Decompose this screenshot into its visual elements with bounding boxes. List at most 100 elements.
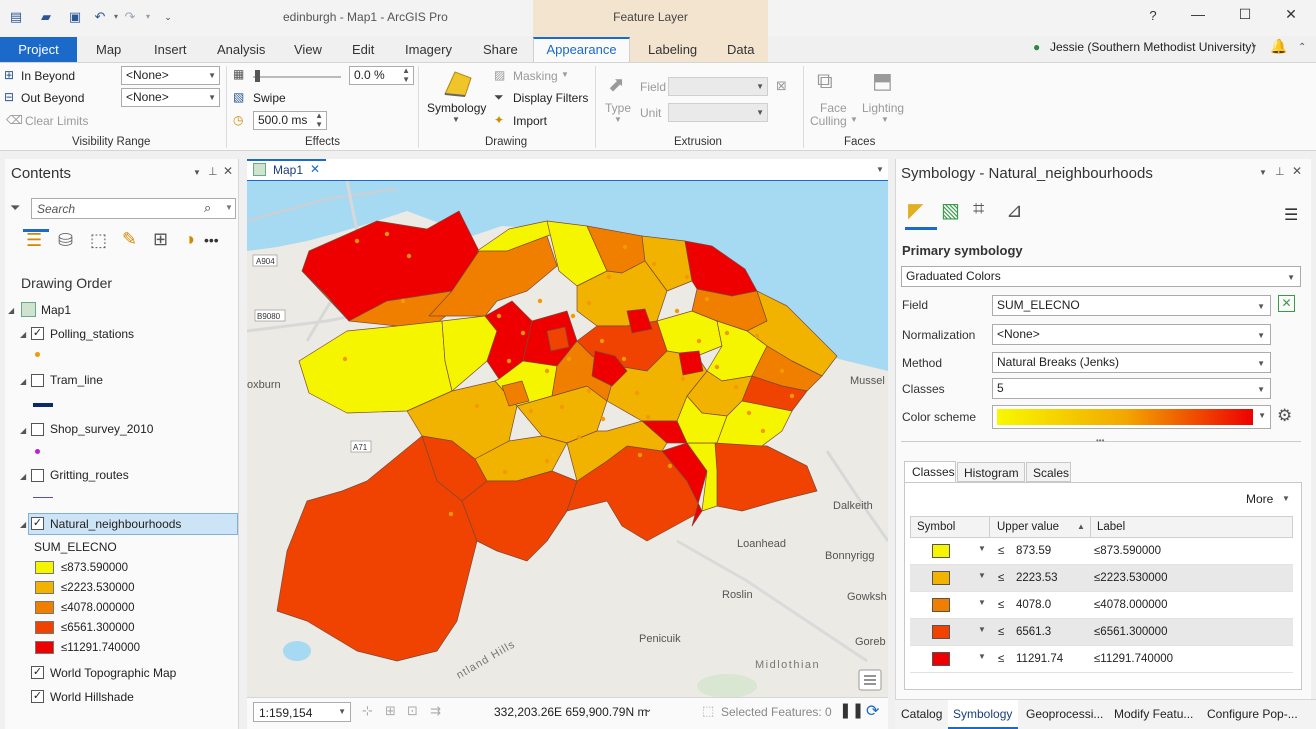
new-project-icon[interactable]: ▤	[8, 10, 24, 24]
toc-layer-gritting-routes[interactable]: Gritting_routes	[50, 468, 129, 482]
legend-swatch[interactable]	[35, 601, 54, 614]
pane-options-icon[interactable]: ▼	[1259, 168, 1267, 177]
redo-dropdown-icon[interactable]: ▾	[140, 10, 156, 24]
chevron-down-icon[interactable]: ▼	[452, 115, 460, 124]
renderer-combo[interactable]: Graduated Colors ▼	[901, 266, 1301, 287]
class-symbol-swatch[interactable]	[932, 598, 950, 612]
chevron-down-icon[interactable]: ▼	[978, 544, 986, 553]
more-button[interactable]: More	[1246, 492, 1273, 506]
splitter-grip-icon[interactable]: •••	[1096, 436, 1104, 445]
layer-checkbox[interactable]: ✓	[31, 666, 44, 679]
class-upper-value[interactable]: 873.59	[1016, 545, 1051, 557]
face-culling-label-2[interactable]: Culling	[810, 114, 847, 128]
field-combo[interactable]: SUM_ELECNO ▼	[992, 295, 1271, 316]
list-by-editing-icon[interactable]: ✎	[122, 229, 137, 250]
layer-checkbox[interactable]	[31, 469, 44, 482]
toc-layer-tram-line[interactable]: Tram_line	[50, 373, 103, 387]
toc-layer-natural-neighbourhoods[interactable]: Natural_neighbourhoods	[50, 517, 181, 531]
dock-tab-configure-popups[interactable]: Configure Pop-...	[1207, 707, 1298, 721]
out-beyond-combo[interactable]: <None> ▼	[121, 88, 220, 107]
advanced-symbology-icon[interactable]: ⊿	[1006, 198, 1023, 223]
polygon[interactable]	[546, 326, 570, 352]
expand-icon[interactable]: ◢	[20, 330, 26, 339]
list-by-drawing-order-icon[interactable]: ☰	[26, 230, 42, 251]
map-tab[interactable]: Map1 ✕	[247, 159, 326, 180]
toc-layer-shop-survey[interactable]: Shop_survey_2010	[50, 422, 153, 436]
class-symbol-swatch[interactable]	[932, 625, 950, 639]
legend-swatch[interactable]	[35, 621, 54, 634]
dock-tab-geoprocessing[interactable]: Geoprocessi...	[1026, 707, 1103, 721]
tab-histogram[interactable]: Histogram	[957, 462, 1025, 482]
expression-builder-icon[interactable]: ✕	[1278, 295, 1295, 312]
close-icon[interactable]: ✕	[223, 164, 233, 178]
clear-limits-button[interactable]: Clear Limits	[25, 114, 88, 128]
class-symbol-swatch[interactable]	[932, 544, 950, 558]
extrusion-unit-combo[interactable]: ▼	[668, 103, 768, 122]
expression-icon[interactable]: ⊠	[776, 78, 787, 94]
toc-layer-polling-stations[interactable]: Polling_stations	[50, 327, 134, 341]
coordinate-format-icon[interactable]: ⌄	[644, 704, 652, 715]
grid-icon[interactable]: ⊹	[362, 703, 373, 719]
class-label[interactable]: ≤2223.530000	[1094, 572, 1167, 584]
toc-map[interactable]: Map1	[41, 303, 71, 317]
classes-combo[interactable]: 5 ▼	[992, 378, 1271, 399]
contents-search-input[interactable]: Search ⌕ ▼	[31, 198, 236, 219]
sort-ascending-icon[interactable]: ▲	[1077, 522, 1085, 531]
redo-icon[interactable]: ↷	[122, 10, 138, 24]
primary-symbology-icon[interactable]: ◤	[908, 198, 923, 223]
tab-labeling[interactable]: Labeling	[648, 42, 697, 57]
open-project-icon[interactable]: ▰	[38, 10, 54, 24]
column-upper-value[interactable]: Upper value	[997, 521, 1059, 533]
chevron-down-icon[interactable]: ▼	[978, 598, 986, 607]
legend-swatch[interactable]	[35, 581, 54, 594]
class-label[interactable]: ≤4078.000000	[1094, 599, 1167, 611]
maximize-button[interactable]: ☐	[1235, 6, 1255, 23]
undo-icon[interactable]: ↶	[92, 10, 108, 24]
close-window-button[interactable]: ✕	[1281, 6, 1301, 23]
correction-icon[interactable]: ⊡	[407, 703, 418, 719]
tab-data[interactable]: Data	[727, 42, 754, 57]
tab-project[interactable]: Project	[0, 37, 77, 62]
legend-swatch[interactable]	[35, 561, 54, 574]
chevron-down-icon[interactable]: ▼	[225, 203, 233, 212]
expand-icon[interactable]: ◢	[20, 472, 26, 481]
method-combo[interactable]: Natural Breaks (Jenks) ▼	[992, 352, 1271, 373]
expand-icon[interactable]: ◢	[20, 426, 26, 435]
column-symbol[interactable]: Symbol	[917, 521, 955, 533]
pin-icon[interactable]: ⊥	[208, 165, 218, 178]
table-row[interactable]: ▼ ≤ 2223.53 ≤2223.530000	[910, 565, 1293, 592]
normalization-combo[interactable]: <None> ▼	[992, 324, 1271, 345]
map-svg[interactable]: A904 B9080 A71 oxburn Mussel Dalkeith Lo…	[247, 181, 888, 697]
out-beyond-button[interactable]: Out Beyond	[21, 91, 84, 105]
pause-drawing-icon[interactable]: ❚❚	[839, 701, 864, 719]
tab-appearance[interactable]: Appearance	[533, 37, 630, 63]
gear-icon[interactable]: ⚙	[1277, 406, 1292, 426]
layer-checkbox[interactable]: ✓	[31, 690, 44, 703]
class-label[interactable]: ≤6561.300000	[1094, 626, 1167, 638]
extrusion-field-combo[interactable]: ▼	[668, 77, 768, 96]
display-filters-button[interactable]: Display Filters	[513, 91, 588, 105]
toc-basemap-hillshade[interactable]: World Hillshade	[50, 690, 134, 704]
spinner-icon[interactable]: ▲ ▼	[315, 111, 323, 129]
tab-analysis[interactable]: Analysis	[217, 42, 265, 57]
expand-icon[interactable]: ◢	[8, 306, 14, 315]
transparency-slider[interactable]	[253, 76, 341, 78]
filter-icon[interactable]: ⏷	[10, 200, 20, 216]
collapse-ribbon-icon[interactable]: ⌃	[1298, 42, 1306, 53]
flicker-input[interactable]: 500.0 ms ▲ ▼	[253, 111, 327, 130]
tab-edit[interactable]: Edit	[352, 42, 374, 57]
dock-tab-modify-features[interactable]: Modify Featu...	[1114, 707, 1193, 721]
chevron-down-icon[interactable]: ▼	[978, 571, 986, 580]
map-canvas[interactable]: A904 B9080 A71 oxburn Mussel Dalkeith Lo…	[247, 181, 888, 697]
spinner-icon[interactable]: ▲ ▼	[402, 66, 410, 84]
tab-view[interactable]: View	[294, 42, 322, 57]
chevron-down-icon[interactable]: ▼	[978, 625, 986, 634]
class-upper-value[interactable]: 4078.0	[1016, 599, 1051, 611]
symbology-button[interactable]: Symbology	[427, 101, 486, 115]
tab-map[interactable]: Map	[96, 42, 121, 57]
polygon[interactable]	[678, 350, 704, 376]
pane-options-icon[interactable]: ▼	[193, 168, 201, 177]
chevron-down-icon[interactable]: ▼	[1282, 494, 1290, 503]
minimize-button[interactable]: —	[1188, 6, 1208, 22]
table-row[interactable]: ▼ ≤ 11291.74 ≤11291.740000	[910, 646, 1293, 673]
